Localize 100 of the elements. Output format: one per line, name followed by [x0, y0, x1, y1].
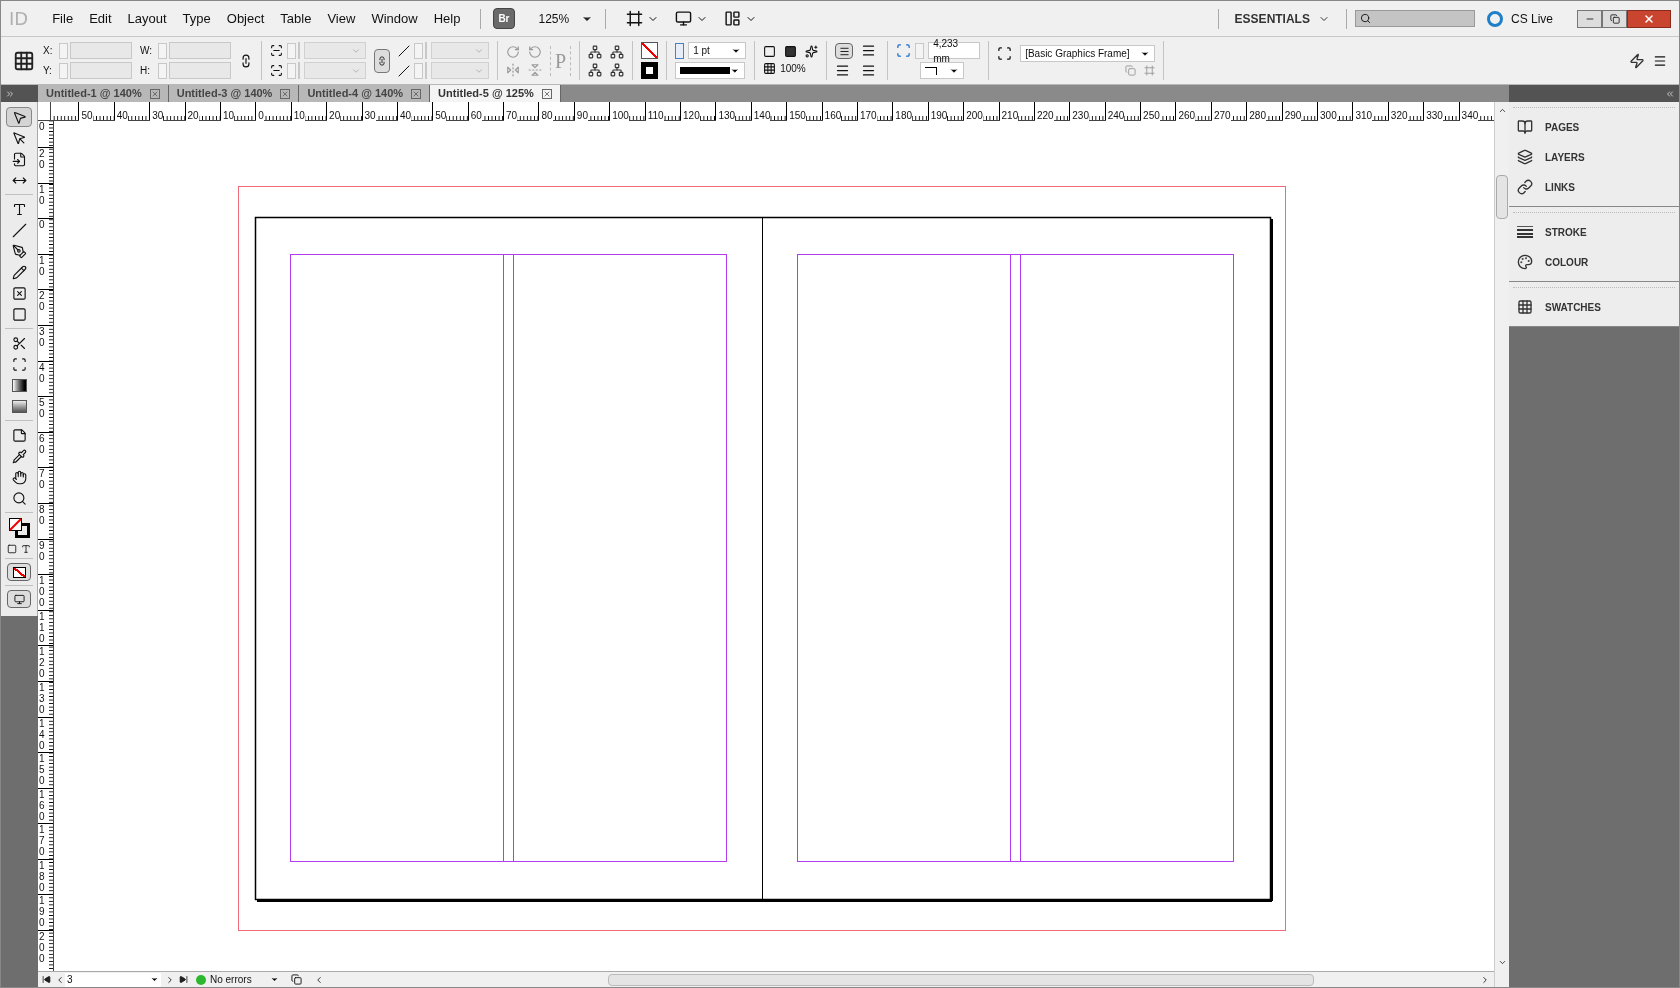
- opacity-value[interactable]: 100%: [780, 61, 815, 76]
- wrap-button[interactable]: [835, 43, 854, 59]
- dropdown-field[interactable]: [431, 42, 489, 59]
- bridge-button[interactable]: Br: [493, 8, 515, 29]
- panel-button[interactable]: PAGES: [1545, 119, 1580, 135]
- shadow-icon[interactable]: [784, 45, 798, 58]
- chain-icon: [1517, 179, 1533, 195]
- search-field[interactable]: [1354, 10, 1475, 27]
- drop-shadow-icon[interactable]: [763, 45, 777, 58]
- stroke-swatch[interactable]: [641, 62, 659, 79]
- wrap-icon[interactable]: [835, 63, 851, 78]
- screen-mode-button[interactable]: [7, 590, 31, 608]
- panel-button[interactable]: STROKE: [1545, 224, 1587, 240]
- fill-none-swatch[interactable]: [641, 42, 659, 59]
- minimize-button[interactable]: [1577, 9, 1602, 28]
- horizontal-ruler[interactable]: 50 40 30 20 10 0 10 20 30 40 50 60 70 80 90 100 110 120 130 140 150 160 170 180 190 200 210 220 230 240 250 260 270 280 290 300 310 320 330 340: [51, 102, 1494, 120]
- reference-point-icon[interactable]: [13, 49, 35, 72]
- workspace-dropdown[interactable]: ESSENTIALS: [1226, 9, 1338, 28]
- close-tab-button[interactable]: [541, 88, 552, 99]
- first-page-icon[interactable]: [42, 975, 51, 984]
- scrollbar-thumb[interactable]: [1496, 175, 1508, 219]
- menu-item[interactable]: Table: [272, 4, 320, 33]
- input-field[interactable]: [169, 62, 231, 79]
- input-field[interactable]: [169, 42, 231, 59]
- close-tab-button[interactable]: [149, 88, 160, 99]
- menu-item[interactable]: Layout: [119, 4, 175, 33]
- menu-item[interactable]: Object: [218, 4, 273, 33]
- dropdown-field[interactable]: [304, 42, 366, 59]
- menu-item[interactable]: Type: [174, 4, 219, 33]
- zoom-dropdown[interactable]: 125%: [538, 9, 594, 28]
- ruler-label: 80: [539, 110, 553, 121]
- hierarchy-icon[interactable]: [588, 44, 603, 59]
- search-icon: [1359, 13, 1371, 24]
- object-style-icon: [997, 46, 1013, 61]
- ruler-label: 30: [38, 325, 48, 348]
- menu-item[interactable]: Window: [363, 4, 426, 33]
- document-tab[interactable]: Untitled-4 @ 140%: [299, 85, 431, 102]
- lightning-icon[interactable]: [1629, 52, 1645, 69]
- scrollbar-thumb[interactable]: [608, 973, 1314, 986]
- next-page-icon[interactable]: [165, 974, 175, 985]
- fill-stroke-swatches[interactable]: [7, 517, 31, 539]
- input-field[interactable]: [70, 42, 132, 59]
- vertical-ruler[interactable]: 0 20 10 0 10 20 30 40 50 60 70 80 90 100 110 120 130 140 150 160 170 180 190 200: [38, 121, 54, 971]
- menu-item[interactable]: Help: [425, 4, 469, 33]
- panel-button[interactable]: SWATCHES: [1545, 299, 1601, 315]
- spinner-icon[interactable]: [675, 42, 685, 59]
- cs-live-button[interactable]: CS Live: [1510, 9, 1553, 28]
- chain-icon[interactable]: [239, 53, 253, 68]
- constrain-button[interactable]: [374, 48, 390, 73]
- input-field[interactable]: [70, 62, 132, 79]
- panel-button[interactable]: COLOUR: [1545, 254, 1589, 270]
- frame-mode-icon[interactable]: [7, 544, 17, 554]
- scroll-up-icon[interactable]: [1497, 106, 1507, 115]
- wrap-icon[interactable]: [861, 43, 877, 58]
- corner-icon: [896, 43, 912, 58]
- menu-item[interactable]: View: [319, 4, 364, 33]
- hierarchy-icon[interactable]: [588, 62, 603, 77]
- restore-icon: [1609, 13, 1620, 24]
- caret-icon: [150, 975, 159, 984]
- document-tab[interactable]: Untitled-5 @ 125%: [430, 85, 561, 102]
- panel-button[interactable]: LAYERS: [1545, 149, 1585, 165]
- close-tab-button[interactable]: [411, 88, 422, 99]
- close-button[interactable]: [1627, 9, 1671, 28]
- apply-none-button[interactable]: [7, 563, 31, 581]
- menu-item[interactable]: Edit: [81, 4, 120, 33]
- scroll-right-icon[interactable]: [1480, 974, 1490, 985]
- tool-button[interactable]: [6, 107, 32, 127]
- panel-menu-icon[interactable]: [1653, 53, 1667, 68]
- dropdown-field[interactable]: [304, 62, 366, 79]
- stroke-type-dropdown[interactable]: [675, 62, 746, 79]
- text-mode-icon[interactable]: [21, 544, 31, 554]
- page-number-field[interactable]: 3: [65, 972, 161, 987]
- ruler-label: 210: [999, 110, 1019, 121]
- restore-button[interactable]: [1602, 9, 1627, 28]
- last-page-icon[interactable]: [179, 975, 188, 984]
- preflight-status[interactable]: No errors: [210, 972, 270, 987]
- app-logo: ID: [9, 7, 29, 31]
- collapse-icon[interactable]: [1665, 88, 1675, 99]
- y-label: Y:: [43, 64, 53, 78]
- hierarchy-icon[interactable]: [610, 44, 625, 59]
- previous-page-icon[interactable]: [55, 974, 65, 985]
- preflight-menu-icon[interactable]: [270, 975, 279, 984]
- document-tab[interactable]: Untitled-3 @ 140%: [168, 85, 300, 102]
- corner-shape-dropdown[interactable]: [920, 62, 965, 79]
- close-tab-button[interactable]: [280, 88, 291, 99]
- object-style-dropdown[interactable]: [Basic Graphics Frame]: [1020, 45, 1156, 62]
- hierarchy-icon[interactable]: [610, 62, 625, 77]
- dropdown-field[interactable]: [431, 62, 489, 79]
- wrap-icon[interactable]: [861, 63, 877, 78]
- document-tab[interactable]: Untitled-1 @ 140%: [38, 85, 169, 102]
- effects-icon[interactable]: [805, 45, 819, 58]
- ruler-label: 0: [38, 219, 48, 231]
- vertical-scrollbar[interactable]: [1494, 102, 1509, 987]
- scroll-left-icon[interactable]: [314, 974, 324, 985]
- expand-icon[interactable]: [5, 88, 15, 99]
- stroke-weight-dropdown[interactable]: 1 pt: [688, 42, 747, 59]
- ruler-label: 300: [1318, 110, 1337, 121]
- menu-item[interactable]: File: [44, 4, 82, 33]
- scroll-down-icon[interactable]: [1497, 958, 1507, 967]
- panel-button[interactable]: LINKS: [1545, 179, 1575, 195]
